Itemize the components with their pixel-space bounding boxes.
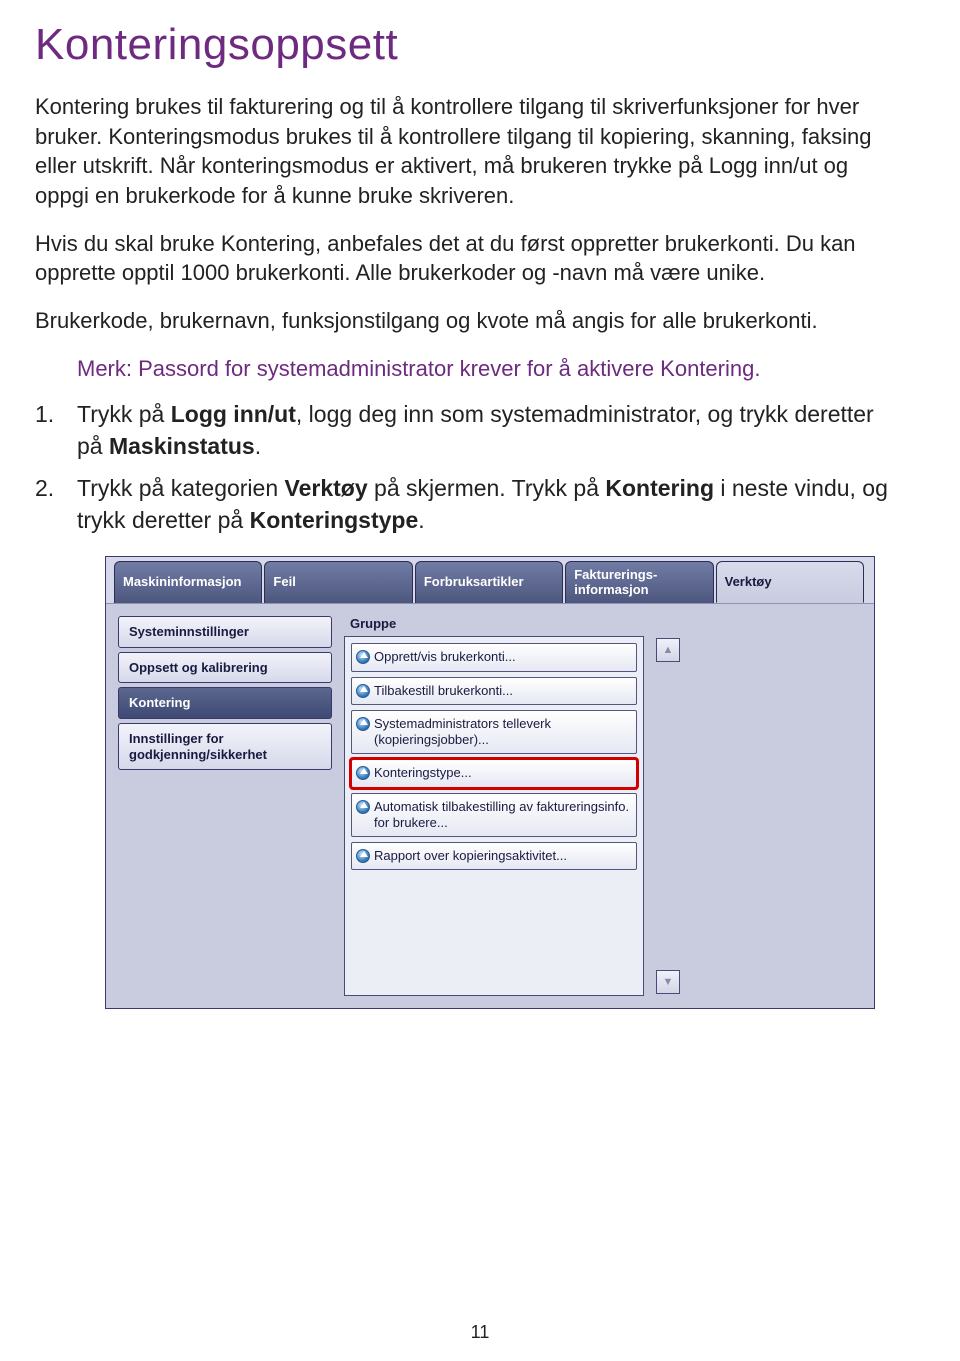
step-1: 1. Trykk på Logg inn/ut, logg deg inn so… [35,398,905,462]
step-text: på skjermen. Trykk på [368,475,606,501]
list-item-label: Konteringstype... [374,765,472,781]
paragraph-3: Brukerkode, brukernavn, funksjonstilgang… [35,306,905,336]
triangle-bullet-icon [356,650,370,664]
tab-verktoy[interactable]: Verktøy [716,561,864,603]
tab-faktureringsinformasjon[interactable]: Fakturerings- informasjon [565,561,713,603]
panel-body: Systeminnstillinger Oppsett og kalibreri… [106,603,874,1008]
group-title: Gruppe [350,616,644,631]
scroll-down-button[interactable]: ▼ [656,970,680,994]
paragraph-1: Kontering brukes til fakturering og til … [35,92,905,211]
group-list: Opprett/vis brukerkonti... Tilbakestill … [344,636,644,996]
step-number: 2. [35,472,54,504]
sidebar-item-systeminnstillinger[interactable]: Systeminnstillinger [118,616,332,648]
paragraph-2: Hvis du skal bruke Kontering, anbefales … [35,229,905,288]
step-bold: Maskinstatus [109,433,255,459]
triangle-bullet-icon [356,800,370,814]
list-item-label: Tilbakestill brukerkonti... [374,683,513,699]
list-item-label: Automatisk tilbakestilling av fakturerin… [374,799,630,832]
sidebar-item-kontering[interactable]: Kontering [118,687,332,719]
step-number: 1. [35,398,54,430]
list-item-automatisk-tilbakestilling[interactable]: Automatisk tilbakestilling av fakturerin… [351,793,637,838]
ui-panel: Maskininformasjon Feil Forbruksartikler … [105,556,875,1009]
step-bold: Kontering [605,475,714,501]
tab-maskininformasjon[interactable]: Maskininformasjon [114,561,262,603]
step-text: . [418,507,424,533]
sidebar-item-innstillinger-godkjenning[interactable]: Innstillinger for godkjenning/sikkerhet [118,723,332,770]
group-column: Gruppe Opprett/vis brukerkonti... Tilbak… [344,616,644,996]
page-title: Konteringsoppsett [35,20,905,70]
sidebar-item-oppsett-kalibrering[interactable]: Oppsett og kalibrering [118,652,332,684]
list-item-opprett-vis-brukerkonti[interactable]: Opprett/vis brukerkonti... [351,643,637,671]
tab-bar: Maskininformasjon Feil Forbruksartikler … [106,557,874,603]
triangle-bullet-icon [356,684,370,698]
step-bold: Verktøy [285,475,368,501]
list-item-rapport-kopieringsaktivitet[interactable]: Rapport over kopieringsaktivitet... [351,842,637,870]
tab-forbruksartikler[interactable]: Forbruksartikler [415,561,563,603]
note-text: Merk: Passord for systemadministrator kr… [77,354,905,384]
step-text: . [255,433,261,459]
list-item-label: Systemadministrators telleverk (kopierin… [374,716,630,749]
list-item-label: Opprett/vis brukerkonti... [374,649,516,665]
step-text: Trykk på kategorien [77,475,285,501]
list-item-tilbakestill-brukerkonti[interactable]: Tilbakestill brukerkonti... [351,677,637,705]
step-bold: Konteringstype [250,507,419,533]
triangle-bullet-icon [356,766,370,780]
step-2: 2. Trykk på kategorien Verktøy på skjerm… [35,472,905,536]
triangle-bullet-icon [356,717,370,731]
page-number: 11 [0,1322,960,1343]
triangle-bullet-icon [356,849,370,863]
list-item-systemadministrators-telleverk[interactable]: Systemadministrators telleverk (kopierin… [351,710,637,755]
scroll-up-button[interactable]: ▲ [656,638,680,662]
list-item-konteringstype[interactable]: Konteringstype... [351,759,637,787]
sidebar: Systeminnstillinger Oppsett og kalibreri… [118,616,332,996]
list-item-label: Rapport over kopieringsaktivitet... [374,848,567,864]
step-bold: Logg inn/ut [171,401,296,427]
step-text: Trykk på [77,401,171,427]
scrollbar: ▲ ▼ [656,638,680,994]
tab-feil[interactable]: Feil [264,561,412,603]
